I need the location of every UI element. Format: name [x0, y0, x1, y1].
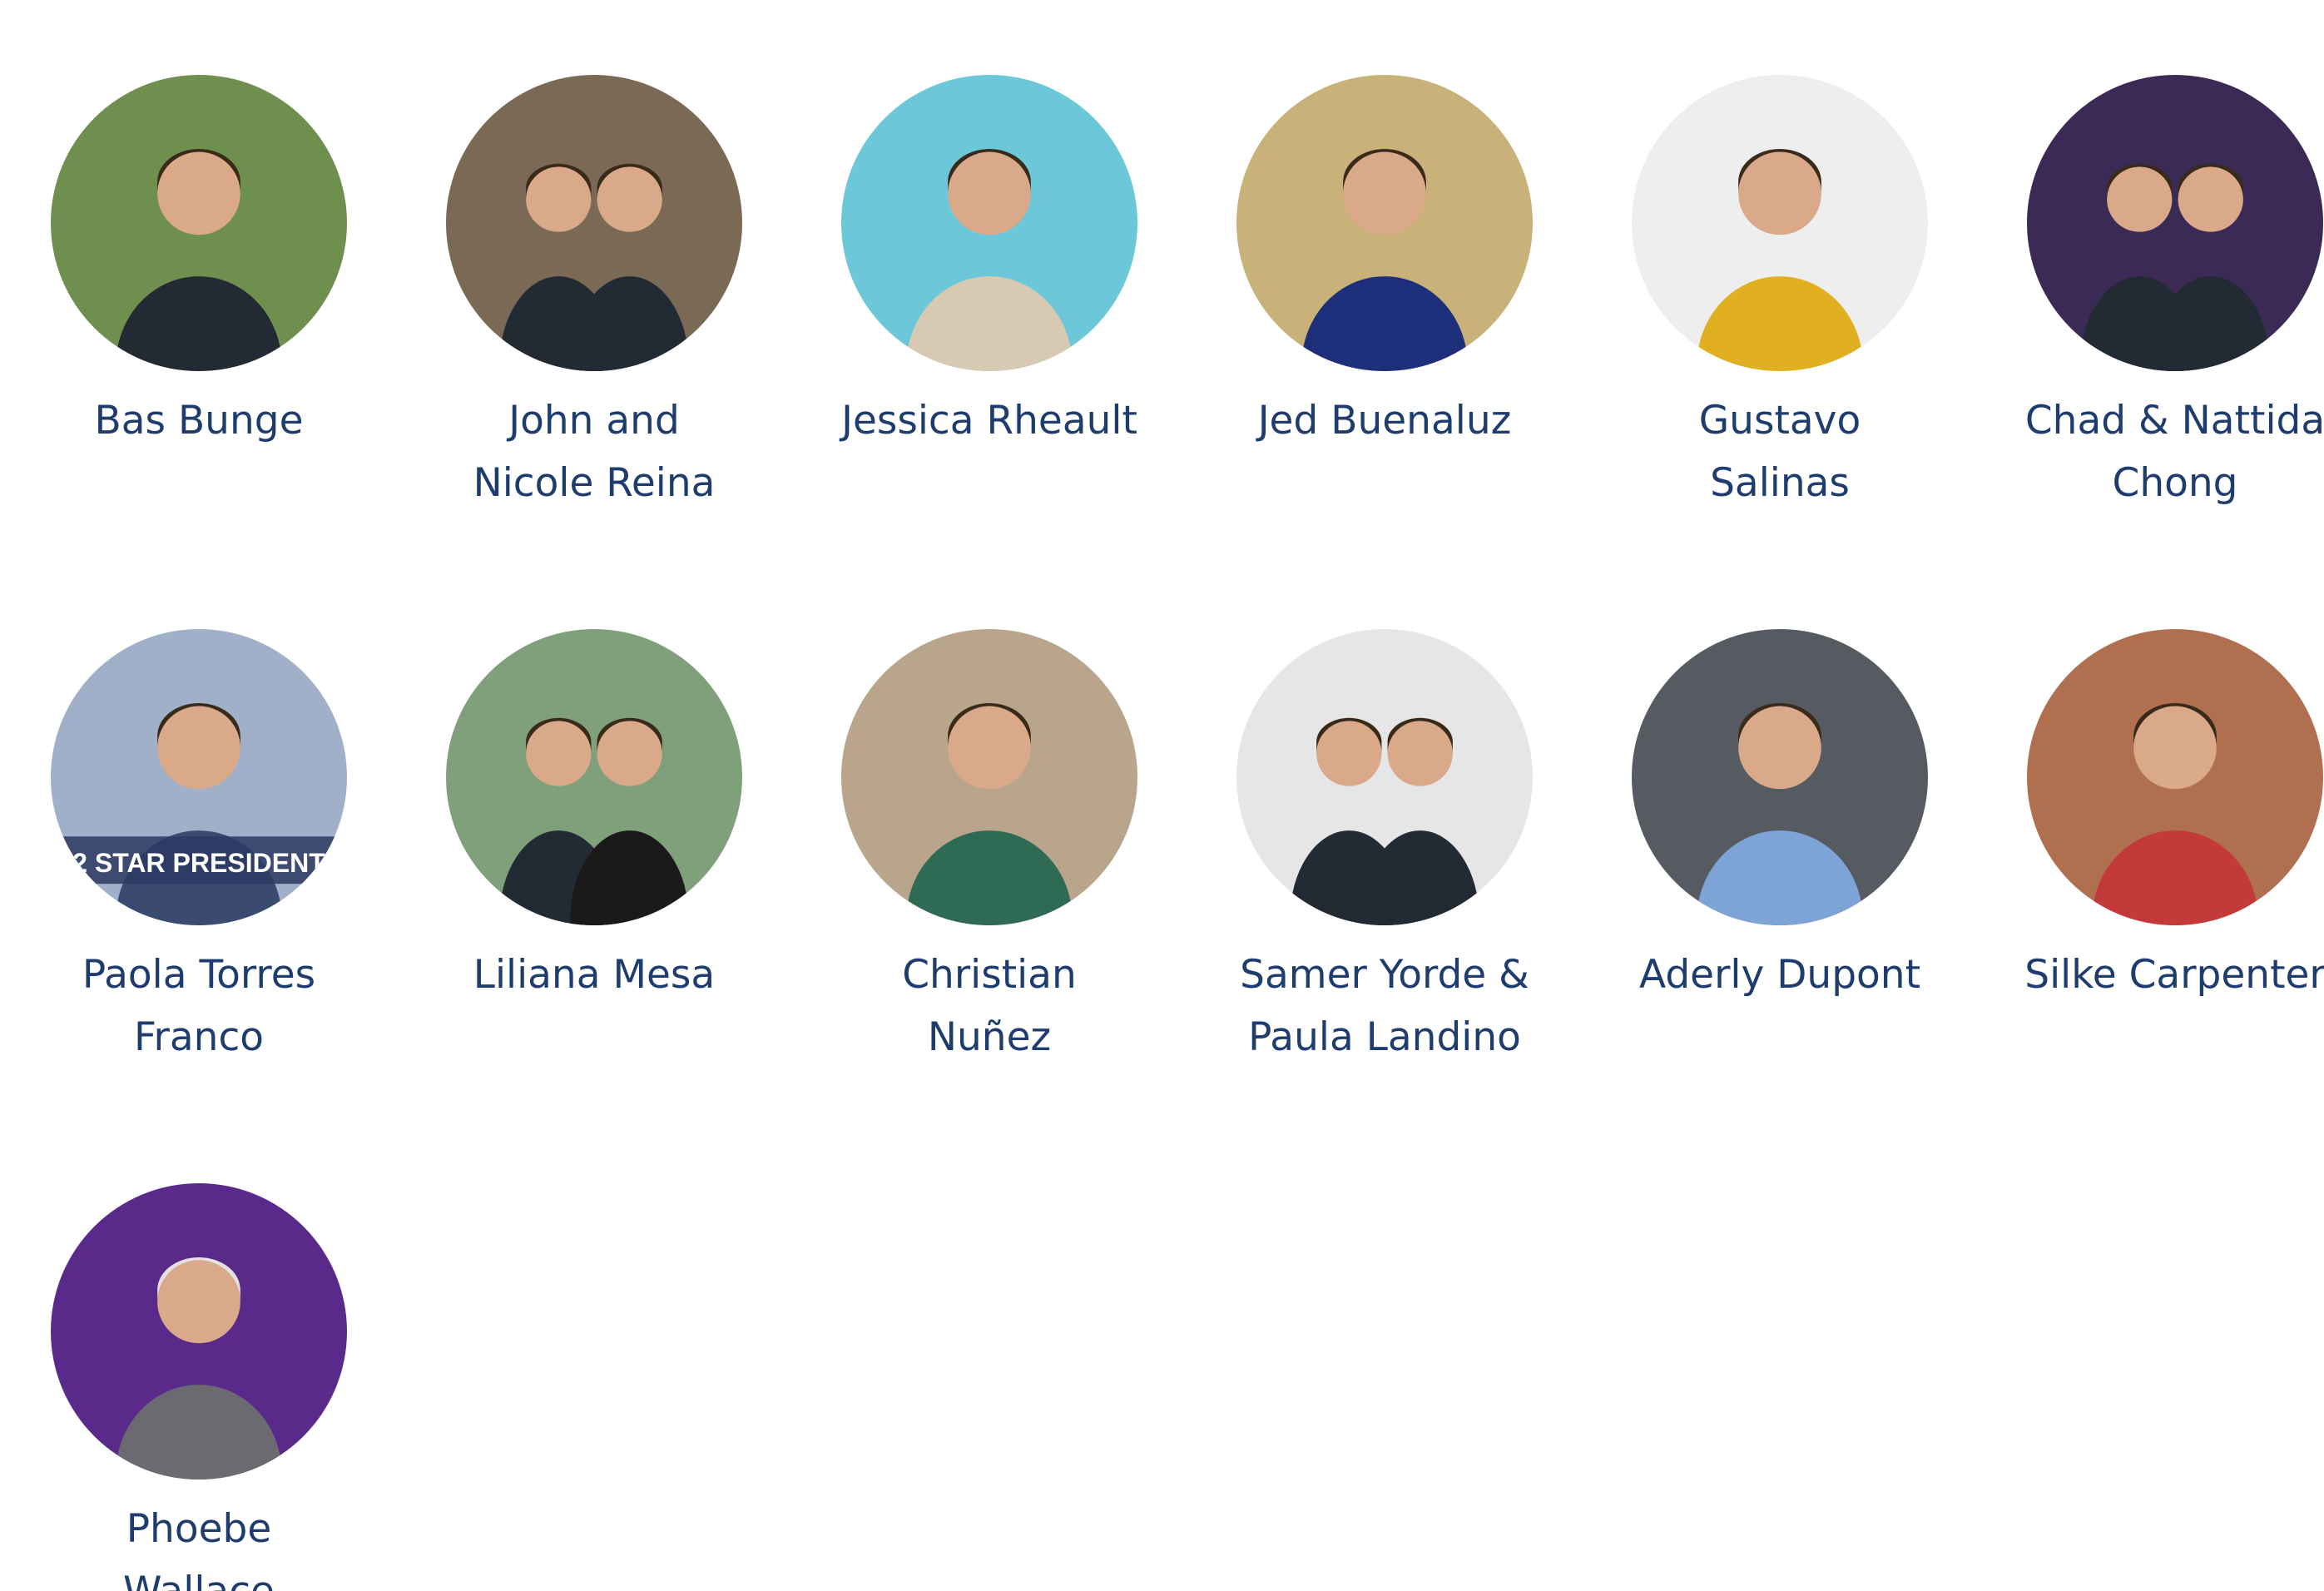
leader-name[interactable]: Samer Yorde & Paula Landino	[1189, 944, 1580, 1068]
leader-photo[interactable]	[1632, 75, 1928, 371]
leader-photo[interactable]	[2027, 629, 2323, 925]
leader-name[interactable]: Paola Torres Franco	[3, 944, 394, 1068]
leader-photo[interactable]	[446, 629, 742, 925]
leader-card[interactable]: Chad & Nattida Chong	[1980, 75, 2324, 514]
leader-name-line1: Jed Buenaluz	[1257, 398, 1512, 444]
leader-name-line1: Samer Yorde &	[1240, 952, 1529, 998]
leader-card[interactable]: Bas Bunge	[3, 75, 394, 452]
couple-studio-icon	[1236, 629, 1533, 925]
leader-photo[interactable]	[51, 75, 347, 371]
man-suit-icon	[1236, 75, 1533, 371]
leader-name[interactable]: Aderly Dupont	[1584, 944, 1975, 1006]
leader-name-line1: Aderly Dupont	[1639, 952, 1920, 998]
leader-name[interactable]: Silke Carpenter	[1980, 944, 2324, 1006]
leader-photo[interactable]	[446, 75, 742, 371]
couple-stage-icon	[2027, 75, 2323, 371]
leader-photo[interactable]	[2027, 75, 2323, 371]
leader-name-line1: Christian	[902, 952, 1077, 998]
man-green-suit-icon	[841, 629, 1137, 925]
leader-name-line1: Phoebe	[126, 1506, 272, 1552]
leader-name-line1: Jessica Rheault	[841, 398, 1137, 444]
leader-name-line2: Franco	[133, 1014, 265, 1060]
leader-photo[interactable]	[1236, 629, 1533, 925]
woman-purple-light-icon	[51, 1183, 347, 1479]
leader-name[interactable]: Bas Bunge	[3, 389, 394, 452]
leader-card[interactable]: Christian Nuñez	[794, 629, 1185, 1068]
leader-name[interactable]: Christian Nuñez	[794, 944, 1185, 1068]
leader-photo[interactable]: 2 STAR PRESIDENT	[51, 629, 347, 925]
leader-name[interactable]: Gustavo Salinas	[1584, 389, 1975, 514]
leader-name-line2: Paula Landino	[1248, 1014, 1521, 1060]
leader-card[interactable]: Jed Buenaluz	[1189, 75, 1580, 452]
leaders-grid: Bas Bunge John and Nicole Reina Jessica Rhe…	[0, 0, 2324, 1591]
leader-name-line1: Paola Torres	[82, 952, 316, 998]
leader-photo[interactable]	[51, 1183, 347, 1479]
leader-card[interactable]: Jessica Rheault	[794, 75, 1185, 452]
leader-name-line2: Wallace	[3, 1560, 394, 1591]
leader-name-line1: John and	[508, 398, 680, 444]
leader-name-line1: Gustavo	[1698, 398, 1861, 444]
couple-outdoors-icon	[446, 629, 742, 925]
leader-card[interactable]: Phoebe Wallace	[3, 1183, 394, 1591]
man-outdoors-icon	[51, 75, 347, 371]
leader-name[interactable]: Chad & Nattida Chong	[1980, 389, 2324, 514]
couple-selfie-icon	[446, 75, 742, 371]
leader-card[interactable]: Silke Carpenter	[1980, 629, 2324, 1006]
leader-card[interactable]: Liliana Mesa	[399, 629, 790, 1006]
leader-card[interactable]: 2 STAR PRESIDENT Paola Torres Franco	[3, 629, 394, 1068]
leader-photo[interactable]	[841, 75, 1137, 371]
leader-card[interactable]: Samer Yorde & Paula Landino	[1189, 629, 1580, 1068]
leader-card[interactable]: Gustavo Salinas	[1584, 75, 1975, 514]
man-blue-shirt-icon	[1632, 629, 1928, 925]
leader-photo[interactable]	[841, 629, 1137, 925]
leader-name-line1: Liliana Mesa	[473, 952, 716, 998]
leader-photo[interactable]	[1632, 629, 1928, 925]
leader-name[interactable]: Liliana Mesa	[399, 944, 790, 1006]
man-yellow-jacket-icon	[1632, 75, 1928, 371]
leader-name-line1: Chad & Nattida	[2024, 398, 2324, 444]
leader-card[interactable]: Aderly Dupont	[1584, 629, 1975, 1006]
woman-beach-icon	[841, 75, 1137, 371]
leader-name-line2: Nicole Reina	[473, 460, 716, 506]
leader-name-line1: Bas Bunge	[94, 398, 304, 444]
leader-name-line2: Salinas	[1710, 460, 1850, 506]
poster-text: 2 STAR PRESIDENT	[72, 848, 325, 878]
leader-name-line2: Chong	[2112, 460, 2238, 506]
leader-photo[interactable]	[1236, 75, 1533, 371]
leader-name[interactable]: John and Nicole Reina	[399, 389, 790, 514]
leader-card[interactable]: John and Nicole Reina	[399, 75, 790, 514]
leader-name-line2: Nuñez	[927, 1014, 1052, 1060]
woman-car-icon	[2027, 629, 2323, 925]
leader-name[interactable]: Jessica Rheault	[794, 389, 1185, 452]
promo-poster-icon: 2 STAR PRESIDENT	[51, 629, 347, 925]
leader-name[interactable]: Phoebe Wallace	[3, 1498, 394, 1591]
leader-name[interactable]: Jed Buenaluz	[1189, 389, 1580, 452]
leader-name-line1: Silke Carpenter	[2024, 952, 2324, 998]
